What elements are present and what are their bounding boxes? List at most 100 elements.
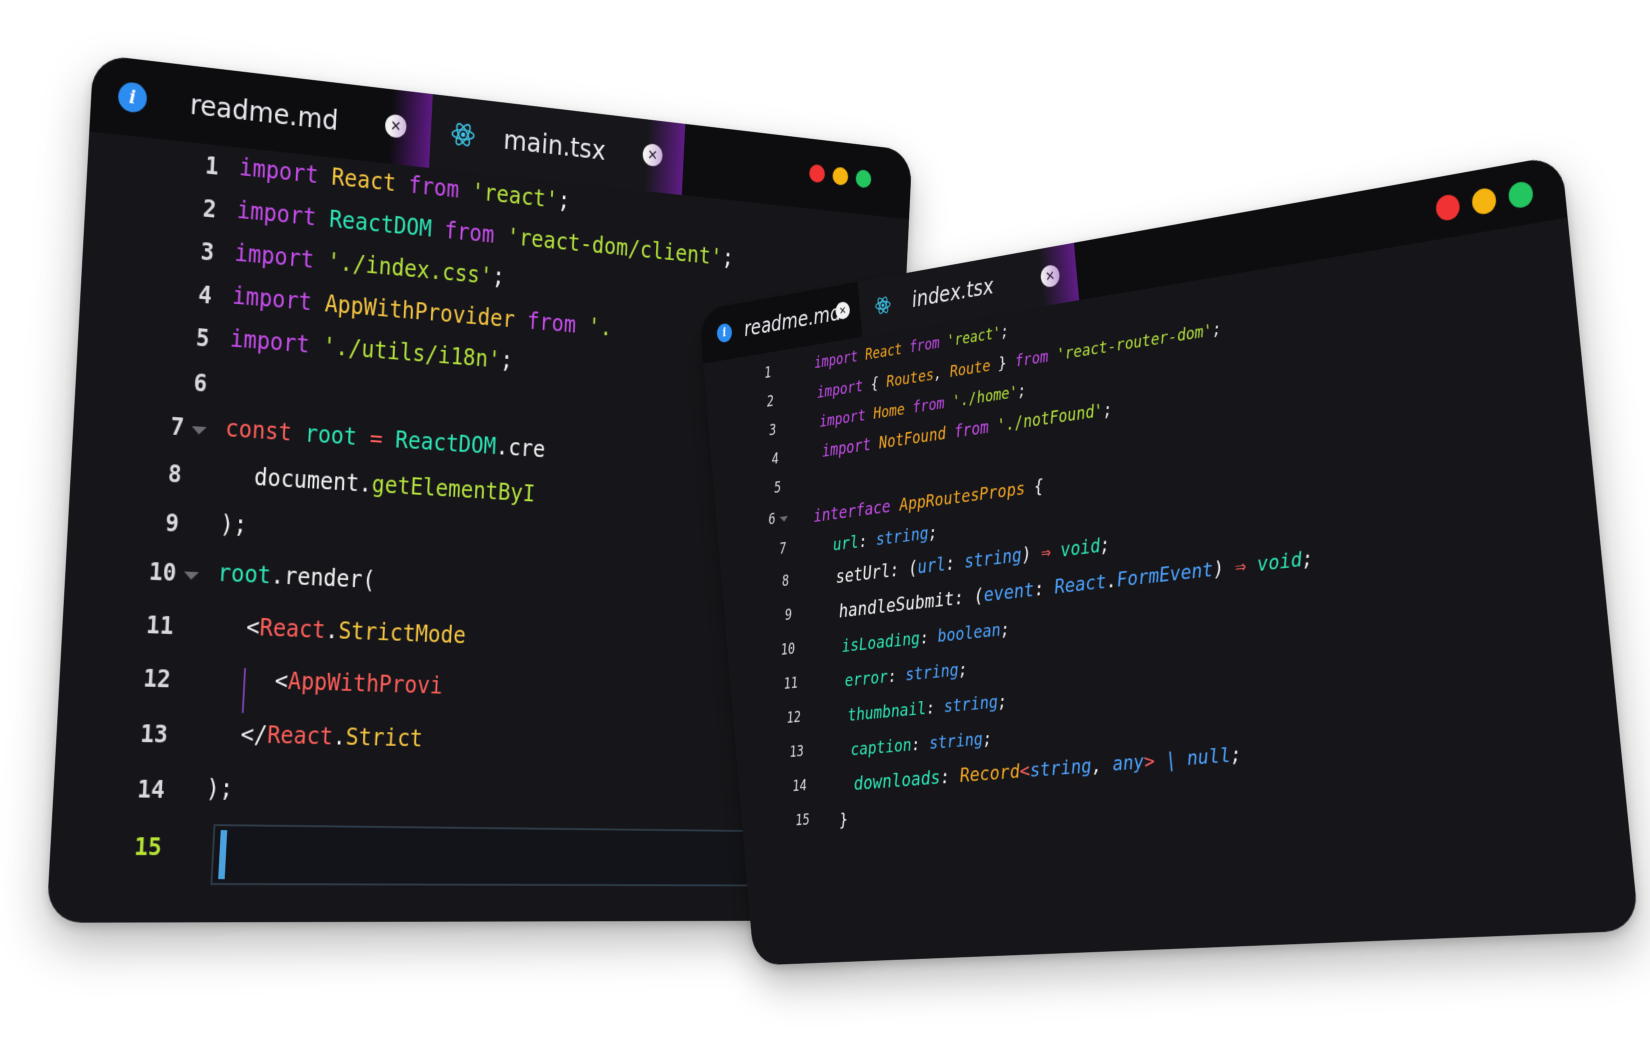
indent-guide [241, 668, 247, 714]
code-line: ); [220, 510, 248, 539]
keyword: interface [812, 495, 892, 527]
line-number: 9 [164, 509, 180, 538]
punct: : [910, 733, 922, 755]
line-number: 11 [145, 611, 175, 641]
property: error [843, 665, 889, 691]
maximize-window-button[interactable] [855, 169, 872, 189]
maximize-window-button[interactable] [1507, 180, 1535, 210]
tab-glow [644, 119, 686, 195]
punct: ; [1229, 743, 1243, 768]
tab-label: readme.md [743, 300, 842, 342]
type: null [1185, 744, 1232, 771]
punct: ; [999, 617, 1011, 640]
punct: ; [1102, 399, 1114, 421]
punct: ) [1211, 557, 1226, 582]
line-number: 13 [139, 720, 169, 749]
tab-label: main.tsx [502, 123, 607, 166]
code-editor[interactable]: import React from 'react'; import { Rout… [785, 218, 1639, 962]
line-number: 11 [783, 674, 799, 694]
jsx-tag: React [266, 721, 334, 751]
type: FormEvent [1115, 558, 1215, 593]
type: Record [958, 760, 1021, 788]
arrow: ⇒ [1040, 540, 1052, 564]
punct: ; [1211, 319, 1223, 341]
punct: , [933, 362, 951, 384]
close-icon[interactable]: ✕ [834, 300, 851, 321]
property: downloads [852, 766, 942, 796]
string: './index.css' [326, 247, 493, 290]
keyword: const [224, 414, 293, 447]
keyword: from [443, 217, 496, 249]
line-number: 7 [778, 540, 788, 559]
code-line: <AppWithProvi [274, 667, 443, 699]
text-cursor [218, 830, 228, 880]
line-number: 10 [148, 557, 178, 587]
property: thumbnail [846, 697, 927, 726]
identifier: root [304, 420, 358, 451]
line-number: 14 [791, 777, 808, 796]
type: void [1059, 534, 1102, 562]
identifier: root [216, 559, 272, 590]
method: getElementByI [371, 470, 536, 508]
window-controls [808, 163, 872, 189]
keyword: from [911, 393, 946, 418]
punct: : ( [953, 584, 985, 610]
punct: </ [239, 720, 268, 749]
minimize-window-button[interactable] [1470, 186, 1498, 216]
line-number: 2 [766, 392, 775, 411]
punct: ; [1000, 322, 1010, 342]
code-line: interface AppRoutesProps { [812, 475, 1044, 527]
line-number: 12 [786, 708, 802, 728]
punct: : [857, 529, 869, 552]
identifier: AppWithProvider [324, 290, 516, 334]
line-number: 4 [197, 280, 213, 310]
operator: | [1153, 747, 1188, 773]
minimize-window-button[interactable] [832, 166, 849, 186]
keyword: import [229, 324, 311, 359]
line-number: 3 [768, 421, 778, 440]
fold-chevron-icon[interactable] [191, 426, 207, 435]
method: .render( [270, 561, 376, 594]
punct: ) [1020, 543, 1033, 566]
keyword: from [908, 334, 941, 357]
type: React [1053, 570, 1108, 599]
line-number: 8 [167, 460, 183, 489]
current-line-number: 15 [133, 833, 163, 862]
keyword: import [236, 196, 317, 232]
identifier: Routes [885, 365, 935, 392]
punct: ; [721, 244, 735, 272]
tab-glow [388, 89, 433, 168]
keyword: from [1014, 347, 1050, 372]
keyword: from [953, 417, 990, 442]
jsx-tag: StrictMode [337, 617, 467, 649]
identifier: document [253, 463, 360, 497]
punct: , [1090, 753, 1114, 778]
string: 'react-router-dom' [1055, 320, 1214, 365]
close-window-button[interactable] [1434, 193, 1461, 223]
method: .cre [495, 433, 546, 463]
line-number: 2 [202, 194, 218, 224]
close-window-button[interactable] [808, 163, 826, 184]
keyword: import [816, 376, 864, 403]
code-line: const root = ReactDOM.cre [225, 415, 546, 463]
type: string [874, 521, 930, 550]
string: 'react' [946, 324, 1002, 351]
punct: { [870, 373, 888, 394]
type-name: AppRoutesProps [898, 477, 1026, 515]
info-icon: i [117, 80, 148, 114]
fold-chevron-icon[interactable] [183, 571, 200, 580]
keyword: from [407, 171, 460, 204]
operator: = [369, 424, 384, 453]
line-number: 4 [771, 450, 780, 469]
keyword: import [818, 406, 867, 432]
jsx-tag: React [258, 614, 327, 644]
info-icon: i [716, 322, 733, 344]
fold-chevron-icon[interactable] [779, 515, 789, 523]
line-number: 6 [767, 510, 777, 529]
tab-glow [1038, 242, 1080, 307]
property: url [831, 530, 860, 555]
code-line: error: string; [844, 658, 969, 691]
string: './home' [951, 382, 1019, 412]
jsx-tag: Strict [345, 723, 424, 753]
punct: ; [491, 263, 506, 291]
